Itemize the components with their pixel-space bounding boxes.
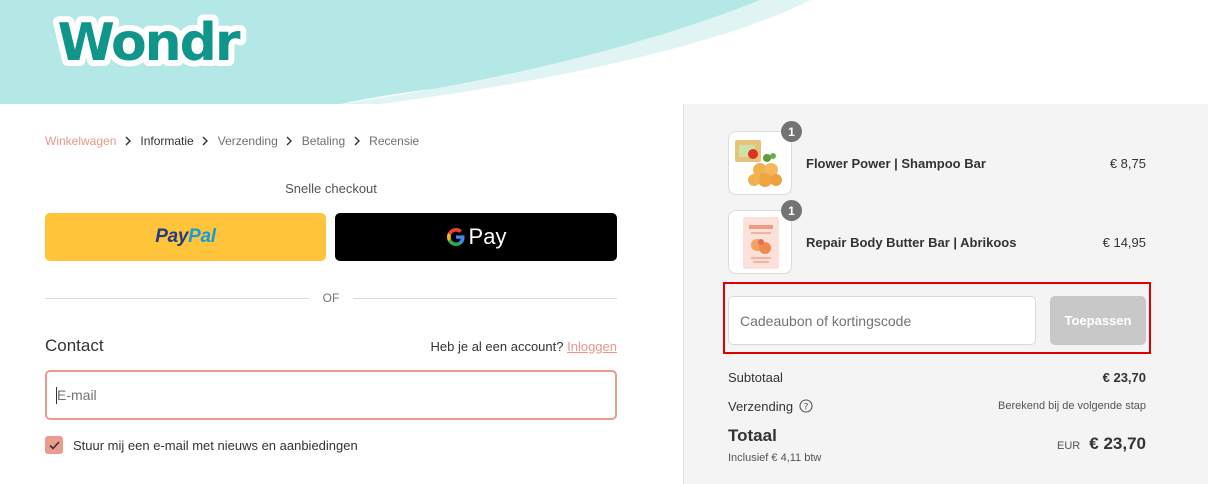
product-price: € 8,75 — [1109, 155, 1146, 171]
subtotal-label: Subtotaal — [728, 369, 783, 385]
body-butter-image: 1 — [728, 200, 802, 274]
discount-code-input[interactable] — [728, 296, 1036, 345]
quantity-badge: 1 — [781, 200, 802, 221]
newsletter-label: Stuur mij een e-mail met nieuws en aanbi… — [73, 437, 358, 453]
email-input[interactable] — [45, 370, 617, 420]
account-prompt: Heb je al een account? Inloggen — [430, 339, 618, 354]
contact-heading: Contact — [45, 336, 104, 355]
shipping-value: Berekend bij de volgende stap — [998, 400, 1146, 412]
currency-code: EUR — [1057, 440, 1081, 452]
quantity-badge: 1 — [781, 121, 802, 142]
google-pay-button[interactable]: Pay — [335, 213, 617, 261]
subtotal-value: € 23,70 — [1102, 369, 1146, 385]
chevron-right-icon — [345, 136, 369, 146]
chevron-right-icon — [194, 136, 218, 146]
svg-text:Wondr: Wondr — [57, 13, 240, 73]
paypal-button[interactable]: PayPal — [45, 213, 326, 261]
newsletter-checkbox[interactable] — [45, 436, 63, 454]
cart-item: 1 Flower Power | Shampoo Bar € 8,75 — [728, 121, 1146, 195]
cart-item: 1 Repair Body Butter Bar | Abrikoos € 14… — [728, 200, 1146, 274]
checkout-page: Wondr Wondr Winkelwagen Informatie Verze… — [0, 0, 1208, 484]
shipping-label-group: Verzending ? — [728, 399, 813, 414]
subtotal-row: Subtotaal € 23,70 — [728, 369, 1146, 385]
shampoo-bar-image: 1 — [728, 121, 802, 195]
shipping-row: Verzending ? Berekend bij de volgende st… — [728, 397, 1146, 415]
breadcrumb-review: Recensie — [369, 134, 420, 148]
login-link[interactable]: Inloggen — [567, 339, 617, 354]
product-name: Repair Body Butter Bar | Abrikoos — [806, 234, 1017, 250]
express-checkout-title: Snelle checkout — [285, 181, 377, 196]
product-price: € 14,95 — [1102, 234, 1146, 250]
total-label: Totaal — [728, 426, 777, 445]
total-amount: € 23,70 — [1089, 434, 1146, 453]
chevron-right-icon — [278, 136, 302, 146]
chevron-right-icon — [116, 136, 140, 146]
google-g-icon — [446, 228, 465, 246]
tax-note: Inclusief € 4,11 btw — [728, 452, 822, 464]
checkmark-icon — [48, 440, 60, 450]
total-value-group: EUR € 23,70 — [1057, 434, 1146, 454]
svg-text:?: ? — [804, 403, 809, 413]
breadcrumb-shipping: Verzending — [217, 134, 278, 148]
google-pay-logo: Pay — [446, 224, 506, 250]
text-cursor — [56, 387, 57, 404]
product-name: Flower Power | Shampoo Bar — [806, 155, 986, 171]
breadcrumb-information: Informatie — [140, 134, 194, 148]
breadcrumb: Winkelwagen Informatie Verzending Betali… — [45, 134, 419, 148]
apply-discount-button[interactable]: Toepassen — [1050, 296, 1146, 345]
breadcrumb-payment: Betaling — [301, 134, 346, 148]
info-icon[interactable]: ? — [799, 399, 813, 413]
breadcrumb-cart[interactable]: Winkelwagen — [45, 134, 116, 148]
shipping-label: Verzending — [728, 398, 794, 414]
newsletter-option[interactable]: Stuur mij een e-mail met nieuws en aanbi… — [45, 436, 358, 454]
wondr-logo[interactable]: Wondr Wondr — [44, 12, 252, 78]
paypal-logo: PayPal — [155, 226, 216, 247]
or-divider: OF — [45, 290, 618, 306]
